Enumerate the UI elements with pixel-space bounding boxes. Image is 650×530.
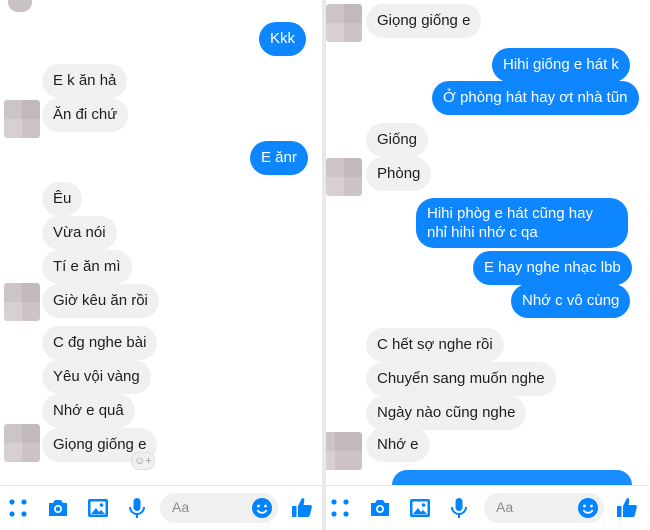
message-input-placeholder: Aa bbox=[496, 499, 514, 515]
message-bubble-incoming[interactable]: C đg nghe bài bbox=[42, 326, 158, 360]
message-bubble-incoming[interactable]: Giống bbox=[366, 123, 429, 157]
composer-toolbar: Aa bbox=[0, 485, 322, 530]
image-icon[interactable] bbox=[408, 496, 432, 520]
grid-dots-icon[interactable] bbox=[328, 496, 352, 520]
avatar bbox=[326, 432, 362, 470]
message-bubble-outgoing[interactable]: Hihi phòg e hát cũng hay nhỉ hihi nhớ c … bbox=[416, 198, 628, 248]
message-bubble-incoming[interactable]: Giọng giống e bbox=[366, 4, 482, 38]
message-bubble-incoming[interactable]: Vừa nói bbox=[42, 216, 117, 250]
message-bubble-incoming[interactable]: Phòng bbox=[366, 157, 432, 191]
message-bubble-outgoing[interactable]: Hihi giống e hát k bbox=[492, 48, 630, 82]
message-bubble-incoming[interactable]: Ăn đi chứ bbox=[42, 98, 129, 132]
avatar bbox=[8, 0, 32, 12]
message-bubble-incoming[interactable]: C hết sợ nghe rồi bbox=[366, 328, 504, 362]
message-bubble-outgoing[interactable]: Ở phòng hát hay ơt nhà tũn bbox=[432, 81, 639, 115]
message-bubble-incoming[interactable]: Nhớ e bbox=[366, 428, 430, 462]
emoji-icon[interactable] bbox=[250, 496, 274, 520]
image-icon[interactable] bbox=[86, 496, 110, 520]
chat-panel-left[interactable]: Kkk E k ăn hả Ăn đi chứ E ănr Êu Vừa nói… bbox=[0, 0, 322, 530]
message-bubble-outgoing[interactable]: Kkk bbox=[259, 22, 307, 56]
message-bubble-incoming[interactable]: Ngày nào cũng nghe bbox=[366, 396, 527, 430]
thumbs-up-icon[interactable] bbox=[615, 496, 639, 520]
microphone-icon[interactable] bbox=[447, 496, 471, 520]
chat-panel-right[interactable]: Giọng giống e Hihi giống e hát k Ở phòng… bbox=[326, 0, 648, 530]
add-reaction-icon[interactable]: ☺+ bbox=[131, 452, 155, 470]
microphone-icon[interactable] bbox=[125, 496, 149, 520]
message-bubble-incoming[interactable]: Nhớ e quâ bbox=[42, 394, 135, 428]
camera-icon[interactable] bbox=[368, 496, 392, 520]
message-bubble-outgoing[interactable]: Nhớ c vô cùng bbox=[511, 284, 631, 318]
grid-dots-icon[interactable] bbox=[6, 496, 30, 520]
message-bubble-incoming[interactable]: E k ăn hả bbox=[42, 64, 128, 98]
message-bubble-incoming[interactable]: Yêu vội vàng bbox=[42, 360, 151, 394]
emoji-icon[interactable] bbox=[576, 496, 600, 520]
avatar bbox=[326, 4, 362, 42]
message-bubble-incoming[interactable]: Êu bbox=[42, 182, 83, 216]
message-bubble-outgoing[interactable]: E hay nghe nhạc lbb bbox=[473, 251, 632, 285]
avatar bbox=[4, 100, 40, 138]
message-bubble-outgoing[interactable]: E ănr bbox=[250, 141, 308, 175]
message-bubble-incoming[interactable]: Chuyển sang muốn nghe bbox=[366, 362, 556, 396]
message-input-placeholder: Aa bbox=[172, 499, 190, 515]
message-bubble-incoming[interactable]: Tí e ăn mì bbox=[42, 250, 132, 284]
message-bubble-incoming[interactable]: Giờ kêu ăn rồi bbox=[42, 284, 159, 318]
thumbs-up-icon[interactable] bbox=[290, 496, 314, 520]
avatar bbox=[4, 283, 40, 321]
avatar bbox=[326, 158, 362, 196]
camera-icon[interactable] bbox=[46, 496, 70, 520]
composer-toolbar: Aa bbox=[326, 485, 648, 530]
avatar bbox=[4, 424, 40, 462]
